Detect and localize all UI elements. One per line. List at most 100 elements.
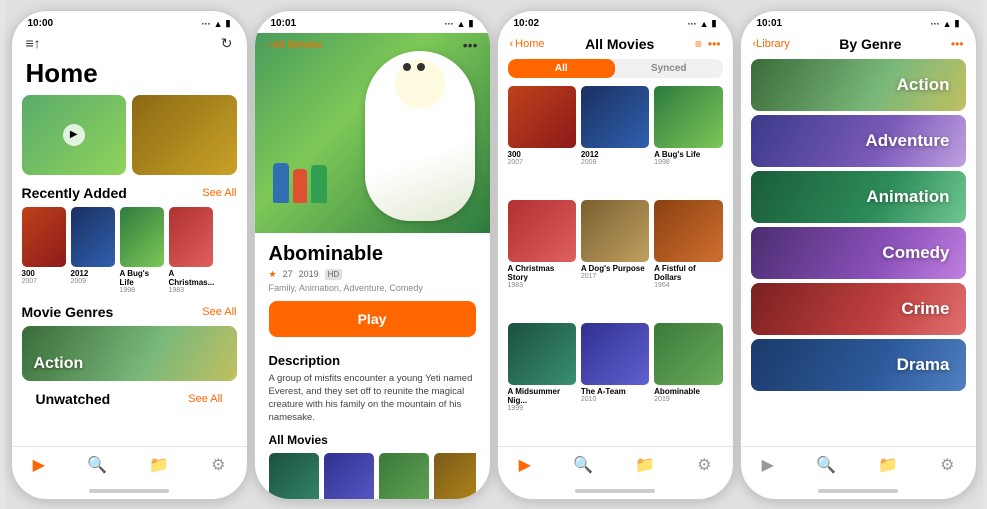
list-item[interactable]: 300 2007: [508, 86, 576, 195]
genre-action-banner[interactable]: Action: [22, 326, 237, 381]
scroll-movie-4[interactable]: [434, 453, 476, 500]
grid-name-300: 300: [508, 150, 576, 159]
signal-icon-2: ···: [445, 19, 454, 29]
list-item[interactable]: 2012 2009: [71, 207, 115, 294]
list-item[interactable]: A Christmas Story 1983: [508, 200, 576, 318]
list-item[interactable]: 300 2007: [22, 207, 66, 294]
signal-icon-4: ···: [931, 19, 940, 29]
movie-year-2012: 2009: [71, 278, 115, 285]
back-label-4: Library: [756, 38, 790, 50]
play-button[interactable]: Play: [269, 301, 476, 337]
filter-tabs: All Synced: [508, 59, 723, 78]
nav-library-4[interactable]: 📁: [878, 455, 898, 475]
grid-name-dogs: A Dog's Purpose: [581, 264, 649, 273]
genre-row-animation[interactable]: Animation: [751, 171, 966, 223]
grid-name-abom: Abominable: [654, 387, 722, 396]
nav-settings-4[interactable]: ⚙: [940, 455, 954, 475]
list-item[interactable]: A Midsummer Nig... 1999: [508, 323, 576, 441]
movie-hero: ‹ All Movies •••: [255, 33, 490, 233]
filter-all[interactable]: All: [508, 59, 616, 78]
back-button-2[interactable]: ‹ All Movies: [267, 39, 323, 51]
grid-name-ateam: The A-Team: [581, 387, 649, 396]
unwatched-title: Unwatched: [36, 391, 111, 407]
more-icon-3[interactable]: •••: [708, 37, 721, 51]
nav-settings-1[interactable]: ⚙: [211, 455, 225, 475]
nav-library-3[interactable]: 📁: [635, 455, 655, 475]
nav-search-1[interactable]: 🔍: [87, 455, 107, 475]
nav-search-4[interactable]: 🔍: [816, 455, 836, 475]
poster-300: [22, 207, 66, 267]
genre-row-crime[interactable]: Crime: [751, 283, 966, 335]
scroll-movie-1[interactable]: [269, 453, 319, 500]
back-button-4[interactable]: ‹ Library: [753, 38, 790, 50]
list-item[interactable]: A Bug's Life 1998: [120, 207, 164, 294]
list-item[interactable]: Abominable 2019: [654, 323, 722, 441]
unwatched-header: Unwatched See All: [36, 391, 223, 407]
list-item[interactable]: The A-Team 2010: [581, 323, 649, 441]
unwatched-section: Unwatched See All: [22, 387, 237, 417]
nav-search-3[interactable]: 🔍: [573, 455, 593, 475]
lib-back-area: ‹ Library: [753, 38, 790, 50]
status-icons-3: ··· ▲ ▮: [688, 18, 717, 29]
home-indicator-3: [575, 489, 655, 493]
hero-croods[interactable]: [132, 95, 237, 175]
grid-poster-2012: [581, 86, 649, 148]
genre-row-comedy[interactable]: Comedy: [751, 227, 966, 279]
back-button-3[interactable]: ‹ Home: [510, 38, 545, 50]
battery-icon-3: ▮: [712, 18, 717, 29]
refresh-icon[interactable]: ↻: [221, 35, 233, 52]
wifi-icon-4: ▲: [943, 19, 952, 29]
figure-eye-l: [403, 63, 411, 71]
top-nav-1: ≡↑ ↻: [12, 33, 247, 56]
nav-play-1[interactable]: ▶: [33, 455, 45, 475]
grid-year-2012: 2009: [581, 159, 649, 166]
list-view-icon[interactable]: ≡: [695, 37, 702, 51]
nav-settings-3[interactable]: ⚙: [697, 455, 711, 475]
poster-2012: [71, 207, 115, 267]
genres-see-all[interactable]: See All: [202, 306, 236, 318]
wifi-icon-3: ▲: [700, 19, 709, 29]
genre-label-comedy: Comedy: [882, 243, 949, 263]
lib-title: By Genre: [839, 36, 901, 52]
recently-added-see-all[interactable]: See All: [202, 187, 236, 199]
unwatched-see-all[interactable]: See All: [188, 393, 222, 405]
nav-play-4[interactable]: ▶: [762, 455, 774, 475]
more-icon-4[interactable]: •••: [951, 37, 964, 51]
list-item[interactable]: A Dog's Purpose 2017: [581, 200, 649, 318]
movie-title-bugs: A Bug's Life: [120, 269, 164, 287]
signal-icon: ···: [202, 19, 211, 29]
phone-screen-1: 10:00 ··· ▲ ▮ ≡↑ ↻ Home ▶ Recently Added…: [11, 10, 248, 500]
screen3-title: All Movies: [585, 36, 654, 52]
genre-row-adventure[interactable]: Adventure: [751, 115, 966, 167]
grid-year-xmas: 1983: [508, 282, 576, 289]
content-1: ▶ Recently Added See All 300 2007 2012 2…: [12, 95, 247, 446]
scroll-movie-3[interactable]: [379, 453, 429, 500]
genre-row-action[interactable]: Action: [751, 59, 966, 111]
recently-added-row: 300 2007 2012 2009 A Bug's Life 1998 A C…: [22, 207, 237, 294]
list-item[interactable]: A Christmas... 1983: [169, 207, 213, 294]
list-item[interactable]: A Fistful of Dollars 1964: [654, 200, 722, 318]
nav-play-3[interactable]: ▶: [519, 455, 531, 475]
movie-year-bugs: 1998: [120, 287, 164, 294]
nav-library-1[interactable]: 📁: [149, 455, 169, 475]
poster-bugs: [120, 207, 164, 267]
grid-year-mid: 1999: [508, 405, 576, 412]
scroll-movie-2[interactable]: [324, 453, 374, 500]
grid-name-2012: 2012: [581, 150, 649, 159]
movie-rating: 27: [283, 269, 293, 279]
kid-1: [273, 163, 289, 203]
kids-figures: [273, 163, 327, 203]
play-btn-1[interactable]: ▶: [63, 124, 85, 146]
grid-poster-bugs: [654, 86, 722, 148]
time-4: 10:01: [757, 18, 783, 29]
list-icon[interactable]: ≡↑: [26, 35, 41, 51]
hero-abominable[interactable]: ▶: [22, 95, 127, 175]
genre-label-drama: Drama: [897, 355, 950, 375]
more-icon-2[interactable]: •••: [463, 37, 478, 53]
hero-row: ▶: [22, 95, 237, 175]
genre-row-drama[interactable]: Drama: [751, 339, 966, 391]
list-item[interactable]: 2012 2009: [581, 86, 649, 195]
filter-synced[interactable]: Synced: [615, 59, 723, 78]
list-item[interactable]: A Bug's Life 1998: [654, 86, 722, 195]
genre-action-label: Action: [34, 355, 84, 373]
